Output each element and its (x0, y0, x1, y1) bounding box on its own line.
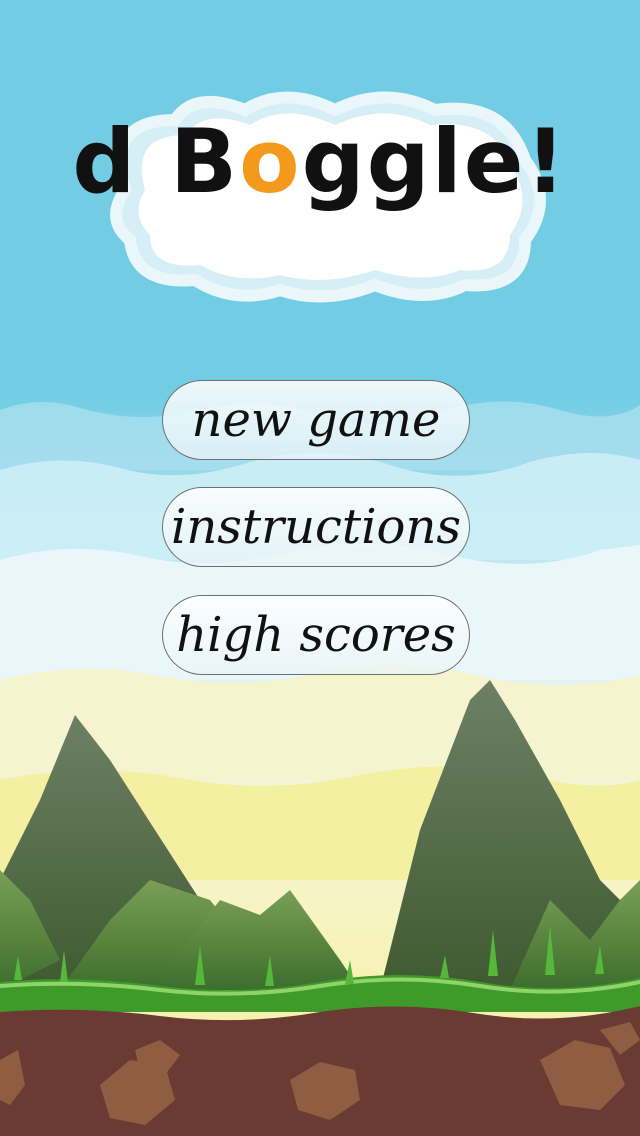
high-scores-button[interactable]: high scores (162, 595, 470, 675)
game-logo-title: d Boggle! (72, 110, 568, 213)
new-game-button[interactable]: new game (162, 380, 470, 460)
instructions-button[interactable]: instructions (162, 487, 470, 567)
